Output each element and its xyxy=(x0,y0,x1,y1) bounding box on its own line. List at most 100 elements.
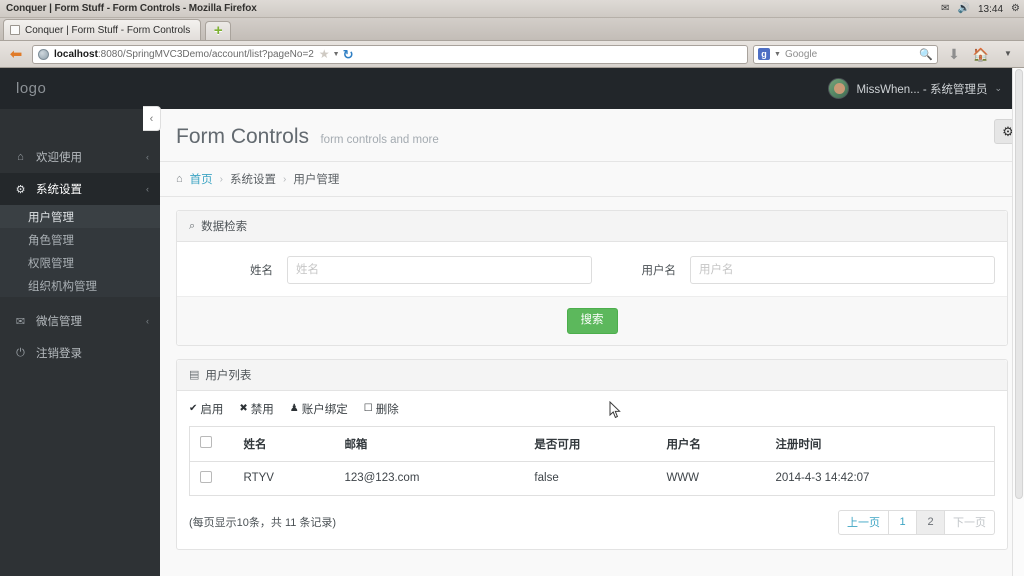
bind-account-button[interactable]: ♟ 账户绑定 xyxy=(290,401,348,417)
new-tab-button[interactable]: + xyxy=(205,21,232,40)
enable-button[interactable]: ✔ 启用 xyxy=(189,401,223,417)
cell-enabled: false xyxy=(534,472,559,484)
pagination-page-2[interactable]: 2 xyxy=(917,509,945,535)
pagination-next[interactable]: 下一页 xyxy=(945,509,995,535)
page-scrollbar-thumb[interactable] xyxy=(1015,69,1023,499)
sidebar-nav: ⌂ 欢迎使用 ‹ ⚙ 系统设置 ‹ 用户管理 角色管理 权限管理 组织机构管理 … xyxy=(0,109,160,369)
page-subtitle: form controls and more xyxy=(320,134,439,146)
user-list-panel-header: ▤ 用户列表 xyxy=(177,359,1007,391)
username-field-label: 用户名 xyxy=(641,265,677,277)
chevron-left-icon: ‹ xyxy=(146,184,149,194)
pagination-prev[interactable]: 上一页 xyxy=(838,509,889,535)
home-icon: ⌂ xyxy=(17,151,24,163)
browser-navigation-toolbar: ⬅ localhost:8080/SpringMVC3Demo/account/… xyxy=(0,41,1024,68)
chevron-down-icon[interactable]: ▼ xyxy=(333,51,340,58)
address-bar[interactable]: localhost:8080/SpringMVC3Demo/account/li… xyxy=(32,44,748,64)
breadcrumb-item-user-management: 用户管理 xyxy=(293,174,340,186)
check-icon: ✔ xyxy=(189,403,198,414)
home-button[interactable]: 🏠 xyxy=(970,43,992,65)
home-icon: 🏠 xyxy=(972,46,990,62)
user-icon: ♟ xyxy=(289,403,299,414)
cell-username: WWW xyxy=(666,472,700,484)
sidebar-collapse-toggle[interactable]: ‹ xyxy=(143,106,161,131)
field-group-name: 姓名 xyxy=(189,256,592,284)
breadcrumb: ⌂ 首页 › 系统设置 › 用户管理 xyxy=(160,161,1024,197)
user-list-panel: ▤ 用户列表 ✔ 启用 ✖ 禁用 ♟ 账户绑定 ☐ 删除 姓名 邮箱 是否可用 … xyxy=(176,358,1008,550)
search-panel: ⌕ 数据检索 姓名 用户名 搜索 xyxy=(176,210,1008,346)
sidebar-item-label: 微信管理 xyxy=(36,316,82,328)
chevron-down-icon: ▼ xyxy=(1004,49,1012,58)
chevron-left-icon: ‹ xyxy=(146,152,149,162)
sidebar-item-welcome[interactable]: ⌂ 欢迎使用 ‹ xyxy=(0,141,160,173)
gear-icon[interactable]: ⚙ xyxy=(1011,4,1020,14)
cell-name: RTYV xyxy=(243,472,274,484)
sidebar: logo ⌂ 欢迎使用 ‹ ⚙ 系统设置 ‹ 用户管理 角色管理 权限管理 组织… xyxy=(0,68,160,576)
select-all-checkbox[interactable] xyxy=(200,436,212,448)
sidebar-item-role-management[interactable]: 角色管理 xyxy=(0,228,160,251)
name-input[interactable] xyxy=(287,256,592,284)
sidebar-item-user-management[interactable]: 用户管理 xyxy=(0,205,160,228)
clock-label[interactable]: 13:44 xyxy=(978,4,1003,15)
cogs-icon: ⚙ xyxy=(15,183,26,196)
column-header-enabled: 是否可用 xyxy=(524,426,657,462)
chevron-left-icon: ‹ xyxy=(146,316,149,326)
breadcrumb-item-home[interactable]: 首页 xyxy=(190,171,213,187)
bookmark-star-icon[interactable]: ★ xyxy=(319,48,330,60)
sidebar-item-wechat-management[interactable]: ✉ 微信管理 ‹ xyxy=(0,305,160,337)
comments-icon: ✉ xyxy=(15,315,26,328)
sidebar-item-permission-management[interactable]: 权限管理 xyxy=(0,251,160,274)
plus-icon: + xyxy=(213,22,223,39)
user-menu[interactable]: MissWhen... - 系统管理员 ⌄ xyxy=(828,78,1002,99)
breadcrumb-item-system-settings[interactable]: 系统设置 xyxy=(230,171,276,187)
url-host: localhost xyxy=(54,48,98,60)
home-icon: ⌂ xyxy=(176,173,183,185)
app-header: MissWhen... - 系统管理员 ⌄ xyxy=(160,68,1024,109)
brand-logo[interactable]: logo xyxy=(0,68,160,109)
sidebar-item-org-management[interactable]: 组织机构管理 xyxy=(0,274,160,297)
field-group-username: 用户名 xyxy=(592,256,995,284)
username-input[interactable] xyxy=(690,256,995,284)
url-text: localhost:8080/SpringMVC3Demo/account/li… xyxy=(54,49,314,60)
delete-button-label: 删除 xyxy=(375,403,399,416)
table-header-row: 姓名 邮箱 是否可用 用户名 注册时间 xyxy=(189,426,995,462)
downloads-button[interactable]: ⬇ xyxy=(943,43,965,65)
enable-button-label: 启用 xyxy=(200,403,224,416)
search-panel-title: 数据检索 xyxy=(201,221,248,233)
table-toolbar: ✔ 启用 ✖ 禁用 ♟ 账户绑定 ☐ 删除 xyxy=(177,391,1007,426)
search-engine-chevron-icon[interactable]: ▼ xyxy=(774,51,781,58)
cell-registered: 2014-4-3 14:42:07 xyxy=(775,472,870,484)
search-icon[interactable]: 🔍 xyxy=(919,48,933,61)
download-icon: ⬇ xyxy=(948,46,960,62)
table-icon: ▤ xyxy=(189,369,200,381)
user-table: 姓名 邮箱 是否可用 用户名 注册时间 RTYV 123@123.com fal… xyxy=(189,425,995,496)
browser-search-box[interactable]: g ▼ Google 🔍 xyxy=(753,44,938,64)
mail-icon[interactable]: ✉ xyxy=(941,4,949,14)
browser-search-placeholder: Google xyxy=(784,48,818,60)
back-button[interactable]: ⬅ xyxy=(5,44,27,64)
row-checkbox[interactable] xyxy=(200,470,212,483)
name-field-label: 姓名 xyxy=(250,265,273,277)
os-title-bar: Conquer | Form Stuff - Form Controls - M… xyxy=(0,0,1024,18)
page-scrollbar[interactable] xyxy=(1012,68,1024,576)
address-bar-actions: ★ ▼ ↻ xyxy=(319,48,354,61)
pagination-page-1[interactable]: 1 xyxy=(889,509,917,535)
search-submit-button[interactable]: 搜索 xyxy=(566,308,618,334)
sidebar-item-system-settings[interactable]: ⚙ 系统设置 ‹ xyxy=(0,173,160,205)
times-icon: ✖ xyxy=(239,403,248,414)
delete-button[interactable]: ☐ 删除 xyxy=(364,401,399,417)
page-icon xyxy=(10,25,20,35)
user-table-head: 姓名 邮箱 是否可用 用户名 注册时间 xyxy=(189,426,995,462)
search-form: 姓名 用户名 xyxy=(177,242,1007,297)
disable-button[interactable]: ✖ 禁用 xyxy=(239,401,273,417)
reload-icon[interactable]: ↻ xyxy=(343,48,354,61)
sidebar-item-logout[interactable]: ⏻ 注销登录 xyxy=(0,337,160,369)
table-row[interactable]: RTYV 123@123.com false WWW 2014-4-3 14:4… xyxy=(190,461,995,495)
sidebar-item-label: 欢迎使用 xyxy=(36,152,82,164)
overflow-menu-button[interactable]: ▼ xyxy=(997,43,1019,65)
brand-label: logo xyxy=(16,80,47,97)
volume-mute-icon[interactable]: 🔊 xyxy=(958,4,970,14)
main-content: Form Controls form controls and more ⚙ ⌂… xyxy=(160,68,1024,576)
browser-tab[interactable]: Conquer | Form Stuff - Form Controls xyxy=(3,19,202,40)
window-title: Conquer | Form Stuff - Form Controls - M… xyxy=(6,3,257,14)
user-name-label: MissWhen... - 系统管理员 xyxy=(856,83,988,96)
